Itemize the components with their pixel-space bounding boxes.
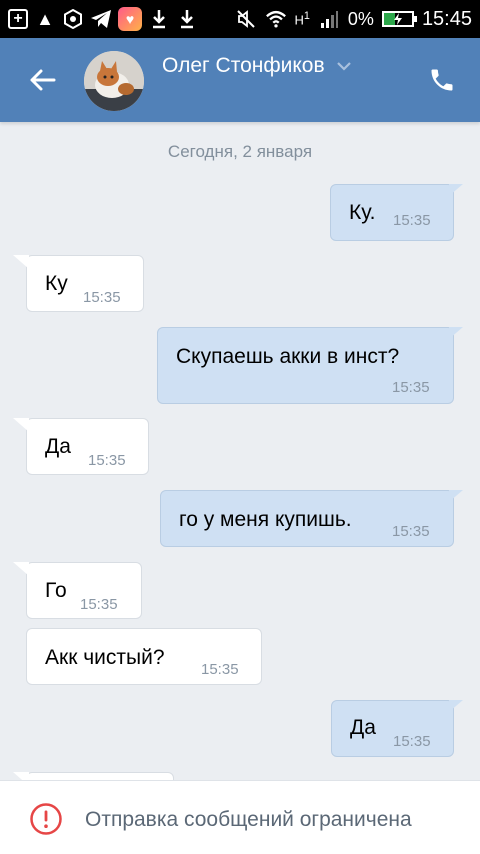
- bubble-tail: [449, 184, 463, 196]
- message-time: 15:35: [392, 379, 430, 396]
- message-list[interactable]: Сегодня, 2 января Ку. 15:35 Ку 15:35 Ску…: [0, 122, 480, 780]
- message-text: Да: [45, 435, 71, 458]
- call-button[interactable]: [426, 64, 458, 96]
- contact-title[interactable]: Олег Стонфиков: [162, 54, 353, 78]
- message-time: 15:35: [88, 452, 126, 469]
- avatar[interactable]: [84, 51, 144, 111]
- likee-icon: ♥: [118, 7, 142, 31]
- message-incoming[interactable]: Ку 15:35: [13, 255, 144, 312]
- bubble-tail: [13, 562, 29, 576]
- message-outgoing[interactable]: Да 15:35: [331, 700, 463, 757]
- message-text: Да: [350, 716, 376, 739]
- message-incoming[interactable]: Акк чистый? 15:35: [26, 628, 262, 685]
- message-time: 15:35: [201, 661, 239, 678]
- message-text: Ку: [45, 272, 68, 295]
- restriction-notice: Отправка сообщений ограничена: [85, 808, 412, 831]
- message-time: 15:35: [83, 289, 121, 306]
- messaging-restricted-bar: Отправка сообщений ограничена: [0, 780, 480, 854]
- silent-icon: [235, 8, 257, 30]
- date-divider: Сегодня, 2 января: [167, 142, 313, 161]
- bubble-tail: [449, 490, 463, 502]
- back-button[interactable]: [26, 64, 58, 96]
- message-text: Го: [45, 579, 67, 602]
- signal-icon: [318, 8, 340, 30]
- add-box-icon: +: [8, 9, 28, 29]
- message-text: го у меня купишь.: [179, 508, 352, 531]
- message-text: Ку.: [349, 201, 376, 224]
- clock: 15:45: [421, 7, 472, 30]
- message-text: Скупаешь акки в инст?: [176, 345, 400, 368]
- message-incoming-partial[interactable]: [13, 772, 174, 780]
- bubble-tail: [13, 772, 29, 780]
- battery-percent: 0%: [347, 8, 374, 29]
- bubble-tail: [13, 255, 29, 269]
- bubble-tail: [449, 327, 463, 339]
- bubble-tail: [449, 700, 463, 712]
- message-time: 15:35: [392, 523, 430, 540]
- contact-name: Олег Стонфиков: [162, 54, 325, 77]
- alert-circle-icon: [30, 803, 62, 835]
- message-time: 15:35: [80, 596, 118, 613]
- download-icon: [148, 8, 170, 30]
- message-incoming[interactable]: Да 15:35: [13, 418, 149, 475]
- status-bar-system: H1 0% 15:45: [235, 7, 472, 31]
- chevron-down-icon: [335, 57, 353, 75]
- warning-icon: ▲: [36, 9, 54, 29]
- message-outgoing[interactable]: го у меня купишь. 15:35: [160, 490, 463, 547]
- network-type: H1: [294, 10, 310, 28]
- phone-icon: [431, 69, 453, 91]
- message-text: Акк чистый?: [45, 646, 165, 669]
- message-time: 15:35: [393, 212, 431, 229]
- message-outgoing[interactable]: Ку. 15:35: [330, 184, 463, 241]
- telegram-icon: [90, 8, 112, 30]
- arrow-left-icon: [30, 69, 56, 91]
- wifi-icon: [265, 8, 287, 30]
- settings-ring-icon: [62, 8, 84, 30]
- message-incoming[interactable]: Го 15:35: [13, 562, 142, 619]
- bubble-tail: [13, 418, 29, 432]
- message-outgoing[interactable]: Скупаешь акки в инст? 15:35: [157, 327, 463, 404]
- status-bar-notifications: + ▲ ♥: [8, 7, 198, 31]
- conversation-header: Олег Стонфиков: [0, 38, 480, 122]
- status-bar: + ▲ ♥ H1 0% 15:45: [0, 0, 480, 38]
- message-time: 15:35: [393, 733, 431, 750]
- download-icon: [176, 8, 198, 30]
- battery-charging-icon: [381, 11, 417, 27]
